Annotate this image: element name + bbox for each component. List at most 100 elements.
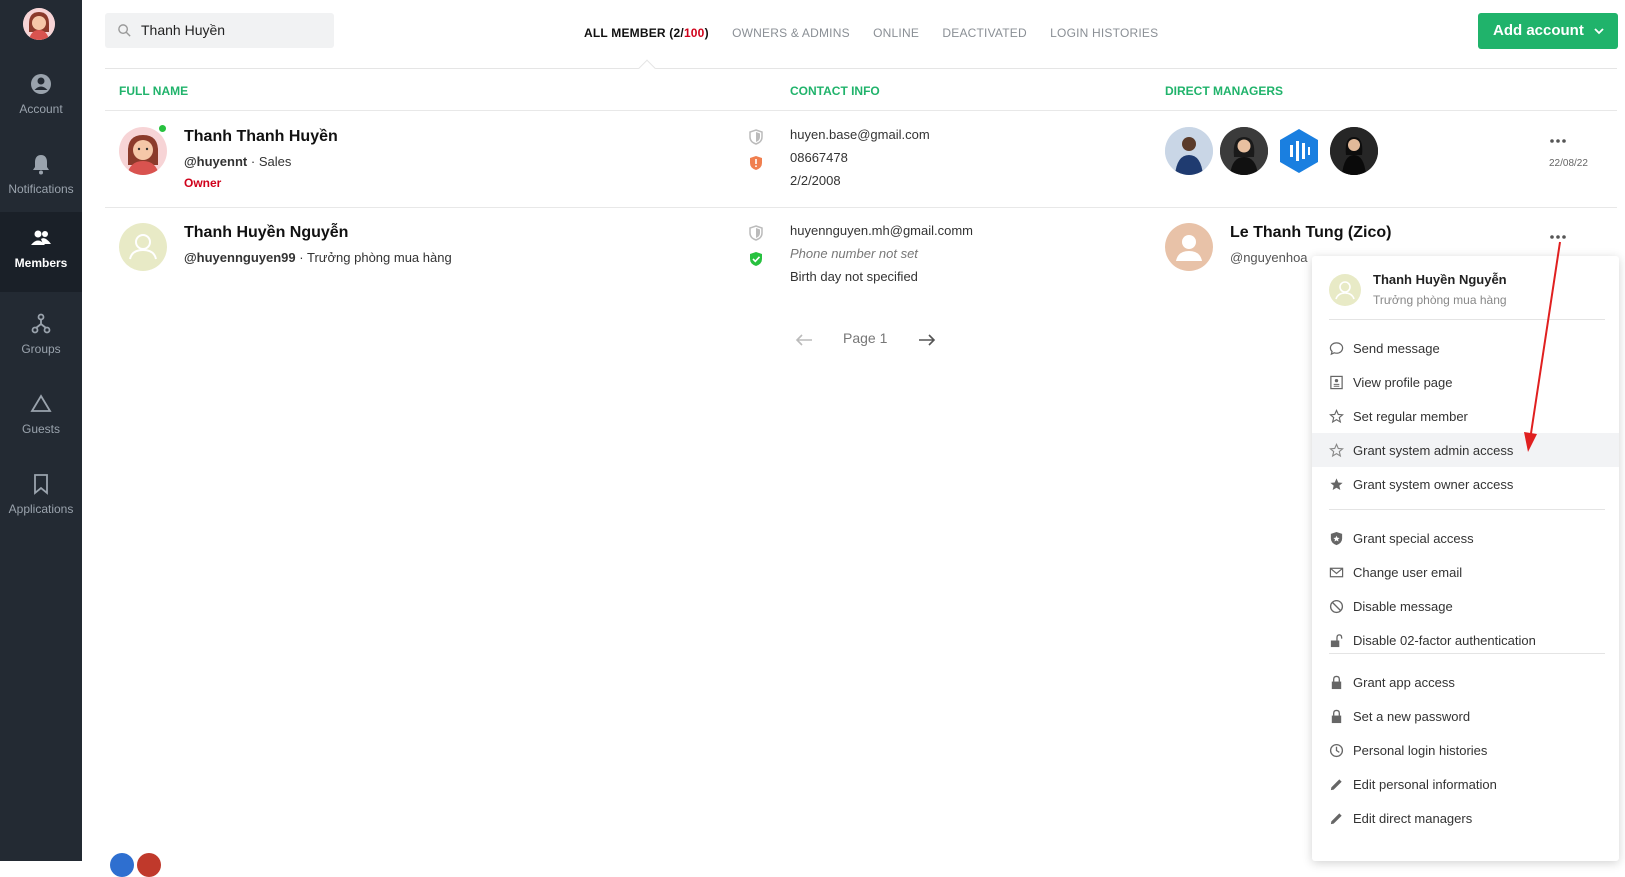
header-divider bbox=[105, 110, 1617, 111]
tab-caret bbox=[638, 59, 656, 77]
lock-icon bbox=[1331, 709, 1342, 724]
menu-item-send-message[interactable]: Send message bbox=[1312, 331, 1619, 365]
sidebar: Account Notifications Members Groups Gue… bbox=[0, 0, 82, 861]
manager-avatar[interactable] bbox=[1165, 223, 1213, 271]
member-context-menu: Thanh Huyền Nguyễn Trưởng phòng mua hàng… bbox=[1312, 256, 1619, 861]
menu-member-title: Trưởng phòng mua hàng bbox=[1373, 293, 1507, 307]
contact-phone: Phone number not set bbox=[790, 246, 918, 261]
menu-item-change-user-email[interactable]: Change user email bbox=[1312, 555, 1619, 589]
star-filled-icon bbox=[1330, 478, 1343, 490]
joined-date: 22/08/22 bbox=[1549, 158, 1588, 169]
unlock-icon bbox=[1330, 634, 1343, 648]
tab-owners-admins[interactable]: OWNERS & ADMINS bbox=[732, 26, 850, 40]
star-outline-icon bbox=[1329, 409, 1344, 424]
more-options-icon[interactable] bbox=[1549, 138, 1567, 144]
avatar bbox=[137, 853, 161, 877]
column-header-contact-info: CONTACT INFO bbox=[790, 84, 880, 98]
pencil-icon bbox=[1330, 813, 1342, 825]
sidebar-item-label: Groups bbox=[21, 342, 61, 356]
menu-divider bbox=[1329, 653, 1605, 654]
add-account-label: Add account bbox=[1493, 22, 1584, 39]
tab-divider bbox=[105, 68, 1617, 69]
sidebar-item-account[interactable]: Account bbox=[0, 58, 82, 138]
clock-icon bbox=[1329, 743, 1344, 758]
member-name[interactable]: Thanh Thanh Huyền bbox=[184, 128, 338, 146]
user-avatar[interactable] bbox=[23, 8, 55, 40]
pencil-icon bbox=[1330, 779, 1342, 791]
manager-avatar[interactable] bbox=[1275, 127, 1323, 175]
menu-item-grant-app-access[interactable]: Grant app access bbox=[1312, 665, 1619, 699]
sidebar-item-notifications[interactable]: Notifications bbox=[0, 138, 82, 218]
online-status-dot bbox=[158, 124, 167, 133]
envelope-icon bbox=[1329, 567, 1344, 578]
manager-avatar[interactable] bbox=[1330, 127, 1378, 175]
menu-item-grant-special-access[interactable]: Grant special access bbox=[1312, 521, 1619, 555]
role-badge: Owner bbox=[184, 176, 222, 190]
tab-deactivated[interactable]: DEACTIVATED bbox=[942, 26, 1026, 40]
manager-username: @nguyenhoa bbox=[1230, 250, 1308, 265]
menu-item-set-regular-member[interactable]: Set regular member bbox=[1312, 399, 1619, 433]
shield-alert-icon bbox=[750, 156, 762, 170]
sidebar-item-members[interactable]: Members bbox=[0, 212, 82, 292]
member-meta: @huyennguyen99 · Trưởng phòng mua hàng bbox=[184, 250, 452, 265]
menu-item-set-new-password[interactable]: Set a new password bbox=[1312, 699, 1619, 733]
column-header-full-name[interactable]: FULL NAME bbox=[119, 84, 188, 98]
search-input[interactable]: Thanh Huyền bbox=[105, 13, 334, 48]
tab-login-histories[interactable]: LOGIN HISTORIES bbox=[1050, 26, 1158, 40]
contact-email: huyen.base@gmail.com bbox=[790, 127, 930, 142]
manager-name[interactable]: Le Thanh Tung (Zico) bbox=[1230, 224, 1391, 242]
sidebar-item-label: Notifications bbox=[8, 182, 74, 196]
account-circle-icon bbox=[31, 74, 51, 94]
sidebar-item-applications[interactable]: Applications bbox=[0, 458, 82, 538]
sidebar-item-label: Account bbox=[19, 102, 63, 116]
avatar bbox=[110, 853, 134, 877]
shield-icon bbox=[749, 225, 763, 241]
profile-card-icon bbox=[1330, 375, 1343, 390]
sidebar-item-label: Members bbox=[14, 256, 68, 270]
block-icon bbox=[1329, 599, 1344, 614]
shield-icon bbox=[749, 129, 763, 145]
menu-item-grant-system-owner[interactable]: Grant system owner access bbox=[1312, 467, 1619, 501]
arrow-left-icon[interactable] bbox=[795, 333, 813, 347]
menu-item-grant-system-admin[interactable]: Grant system admin access bbox=[1312, 433, 1619, 467]
avatar[interactable] bbox=[119, 127, 167, 175]
star-outline-icon bbox=[1329, 443, 1344, 458]
bookmark-icon bbox=[34, 474, 48, 495]
chevron-down-icon[interactable] bbox=[1594, 26, 1604, 36]
sidebar-item-label: Guests bbox=[21, 422, 60, 436]
member-name[interactable]: Thanh Huyền Nguyễn bbox=[184, 224, 348, 242]
chat-bubble-icon bbox=[1329, 342, 1344, 356]
avatar[interactable] bbox=[119, 223, 167, 271]
contact-phone: 08667478 bbox=[790, 150, 848, 165]
manager-avatar[interactable] bbox=[1165, 127, 1213, 175]
menu-item-disable-message[interactable]: Disable message bbox=[1312, 589, 1619, 623]
menu-avatar bbox=[1329, 274, 1361, 306]
add-account-button[interactable]: Add account bbox=[1478, 13, 1618, 49]
tab-all-member[interactable]: ALL MEMBER (2/100) bbox=[584, 26, 709, 40]
menu-member-name: Thanh Huyền Nguyễn bbox=[1373, 272, 1507, 287]
member-meta: @huyennt · Sales bbox=[184, 154, 292, 169]
shield-check-icon bbox=[750, 252, 762, 266]
contact-birthday: Birth day not specified bbox=[790, 269, 918, 284]
menu-item-personal-login-histories[interactable]: Personal login histories bbox=[1312, 733, 1619, 767]
tab-online[interactable]: ONLINE bbox=[873, 26, 919, 40]
contact-email: huyennguyen.mh@gmail.comm bbox=[790, 223, 974, 238]
column-header-direct-managers: DIRECT MANAGERS bbox=[1165, 84, 1284, 98]
menu-item-edit-direct-managers[interactable]: Edit direct managers bbox=[1312, 801, 1619, 835]
menu-item-view-profile[interactable]: View profile page bbox=[1312, 365, 1619, 399]
manager-avatar[interactable] bbox=[1220, 127, 1268, 175]
triangle-icon bbox=[30, 394, 52, 412]
menu-divider bbox=[1329, 509, 1605, 510]
search-value: Thanh Huyền bbox=[141, 22, 226, 38]
annotation-arrow bbox=[1524, 241, 1561, 452]
menu-item-edit-personal-info[interactable]: Edit personal information bbox=[1312, 767, 1619, 801]
members-icon bbox=[31, 230, 51, 245]
row-divider bbox=[105, 207, 1617, 208]
menu-item-disable-2fa[interactable]: Disable 02-factor authentication bbox=[1312, 623, 1619, 657]
sidebar-item-groups[interactable]: Groups bbox=[0, 298, 82, 378]
shield-icon bbox=[1330, 531, 1343, 546]
page-indicator: Page 1 bbox=[843, 330, 888, 346]
arrow-right-icon[interactable] bbox=[918, 333, 936, 347]
search-icon bbox=[118, 24, 131, 37]
sidebar-item-guests[interactable]: Guests bbox=[0, 378, 82, 458]
